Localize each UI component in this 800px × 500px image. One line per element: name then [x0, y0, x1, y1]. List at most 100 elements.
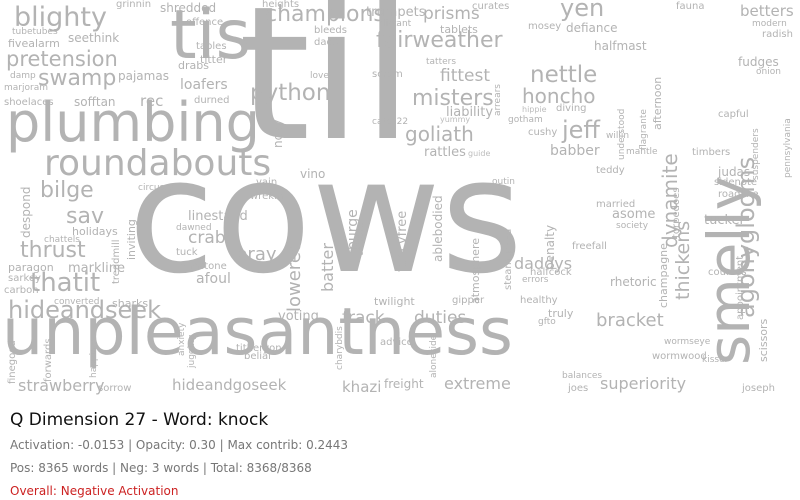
cloud-word-arrears: arrears — [493, 83, 503, 116]
cloud-word-loafers: loafers — [180, 77, 228, 93]
cloud-word-babber: babber — [550, 143, 600, 159]
cloud-word-steamspeed: steamspeed — [503, 228, 514, 290]
cloud-word-penalty: penalty — [543, 224, 557, 270]
cloud-word-society: society — [616, 221, 649, 231]
cloud-word-bilge: bilge — [40, 178, 94, 203]
cloud-word-married: married — [596, 199, 636, 210]
cloud-word-shredded: shredded — [160, 1, 217, 15]
cloud-word-tuck: tuck — [176, 247, 198, 258]
cloud-word-scram: scram — [372, 69, 403, 80]
cloud-word-titter: titter — [200, 53, 228, 66]
cloud-word-extreme: extreme — [444, 374, 511, 393]
cloud-word-errors: errors — [522, 275, 549, 285]
cloud-word-rhetoric: rhetoric — [610, 275, 657, 289]
cloud-word-marjoram: marjoram — [4, 83, 48, 93]
cloud-word-joseph: joseph — [742, 383, 775, 394]
cloud-word-mosey: mosey — [528, 21, 562, 32]
word-cloud: til cows unpleasantness plumbing tis sme… — [0, 0, 800, 400]
panel-title: Q Dimension 27 - Word: knock — [10, 410, 269, 430]
cloud-word-modern: modern — [752, 19, 787, 29]
cloud-word-ablebodied: ablebodied — [431, 195, 445, 262]
cloud-word-nosy: nosy — [271, 119, 285, 148]
cloud-word-duties: duties — [414, 308, 467, 328]
cloud-word-gotham: gotham — [508, 115, 543, 125]
overall-activation: Overall: Negative Activation — [10, 484, 179, 498]
cloud-word-radish: radish — [762, 29, 793, 40]
cloud-word-pennsylvania: pennsylvania — [783, 118, 793, 178]
cloud-word-offence: offence — [186, 17, 224, 28]
cloud-word-roundabouts: roundabouts — [44, 143, 272, 184]
cloud-word-python: python — [250, 80, 331, 106]
cloud-word-voting: voting — [278, 309, 319, 324]
cloud-word-dawned: dawned — [176, 223, 212, 233]
cloud-word-capful: capful — [718, 109, 749, 120]
cloud-word-flagrante: flagrante — [639, 109, 649, 150]
cloud-word-pajamas: pajamas — [118, 69, 169, 83]
cloud-word-damp: damp — [10, 71, 36, 81]
cloud-word-onion: onion — [756, 67, 781, 77]
cloud-word-hideandgoseek: hideandgoseek — [172, 376, 287, 394]
cloud-word-kisser: kisser — [702, 355, 729, 365]
cloud-word-superiority: superiority — [600, 374, 687, 393]
info-panel: Q Dimension 27 - Word: knock Activation:… — [10, 410, 790, 498]
cloud-word-guide: guide — [468, 149, 491, 158]
cloud-word-hippie: hippie — [522, 105, 547, 114]
cloud-word-sharks: sharks — [112, 297, 149, 310]
cloud-word-fittest: fittest — [440, 66, 491, 86]
cloud-word-fivealarm: fivealarm — [8, 37, 60, 50]
cloud-word-distant: distant — [380, 19, 412, 29]
cloud-word-bracket: bracket — [596, 310, 664, 331]
cloud-word-frack: frack — [342, 308, 385, 328]
cloud-word-despond: despond — [19, 186, 33, 238]
cloud-word-sarkey: sarkey — [8, 273, 41, 284]
cloud-word-scissors: scissors — [757, 318, 770, 362]
word-counts: Pos: 8365 words | Neg: 3 words | Total: … — [10, 461, 312, 475]
cloud-word-sofftan: sofftan — [74, 95, 116, 109]
cloud-word-suspenders: suspenders — [751, 128, 761, 180]
cloud-word-bleeds: bleeds — [314, 25, 347, 36]
cloud-word-freefall: freefall — [572, 241, 607, 252]
activation-stats: Activation: -0.0153 | Opacity: 0.30 | Ma… — [10, 438, 349, 452]
cloud-word-finegood: finegood — [7, 340, 18, 384]
cloud-word-inviting: inviting — [125, 219, 138, 260]
cloud-word-curates: curates — [472, 1, 510, 12]
cloud-word-joes: joes — [568, 383, 589, 394]
cloud-word-fauna: fauna — [676, 1, 705, 12]
cloud-word-wrekin: wrekin — [250, 191, 284, 202]
cloud-word-tatters: tatters — [426, 57, 457, 67]
cloud-word-khazi: khazi — [342, 378, 382, 396]
cloud-word-afternoon: afternoon — [651, 76, 664, 130]
cloud-word-vain: vain — [256, 177, 278, 188]
cloud-word-fancyfree: fancyfree — [395, 210, 410, 272]
cloud-word-twilight: twilight — [374, 295, 415, 308]
cloud-word-freight: freight — [384, 377, 424, 391]
cloud-word-tables: tables — [196, 41, 227, 52]
cloud-word-strawberry: strawberry — [18, 376, 105, 395]
cloud-word-timbers: timbers — [692, 147, 731, 158]
cloud-word-healthy: healthy — [520, 295, 558, 306]
cloud-word-tablets: tablets — [440, 23, 478, 36]
cloud-word-understood: understood — [617, 108, 627, 160]
cloud-word-happiness: happiness — [89, 332, 99, 378]
cloud-word-seethink: seethink — [68, 31, 120, 45]
cloud-word-betters: betters — [740, 2, 794, 20]
cloud-word-grinnin: grinnin — [116, 0, 152, 10]
cloud-word-paragon: paragon — [8, 261, 54, 274]
cloud-word-defiance: defiance — [566, 21, 618, 35]
cloud-word-diving: diving — [556, 103, 587, 114]
cloud-word-terrors: terrors — [355, 222, 366, 256]
cloud-word-batter: batter — [318, 243, 337, 292]
cloud-word-charybdis: charybdis — [335, 326, 345, 370]
cloud-word-yen: yen — [560, 0, 605, 22]
cloud-word-shoelaces: shoelaces — [4, 97, 54, 108]
cloud-word-rec: rec — [140, 92, 164, 110]
cloud-word-jeff: jeff — [562, 116, 600, 144]
cloud-word-heights: heights — [262, 0, 300, 10]
cloud-word-dads: dads — [314, 37, 339, 48]
cloud-word-vino: vino — [300, 167, 326, 181]
cloud-word-torpedoes: torpedoes — [671, 187, 682, 238]
cloud-word-wormwood: wormwood — [652, 351, 707, 362]
cloud-word-forwards: forwards — [43, 338, 54, 382]
cloud-word-jugging: jugging — [187, 334, 197, 368]
cloud-word-roadline: roadline — [718, 189, 759, 200]
